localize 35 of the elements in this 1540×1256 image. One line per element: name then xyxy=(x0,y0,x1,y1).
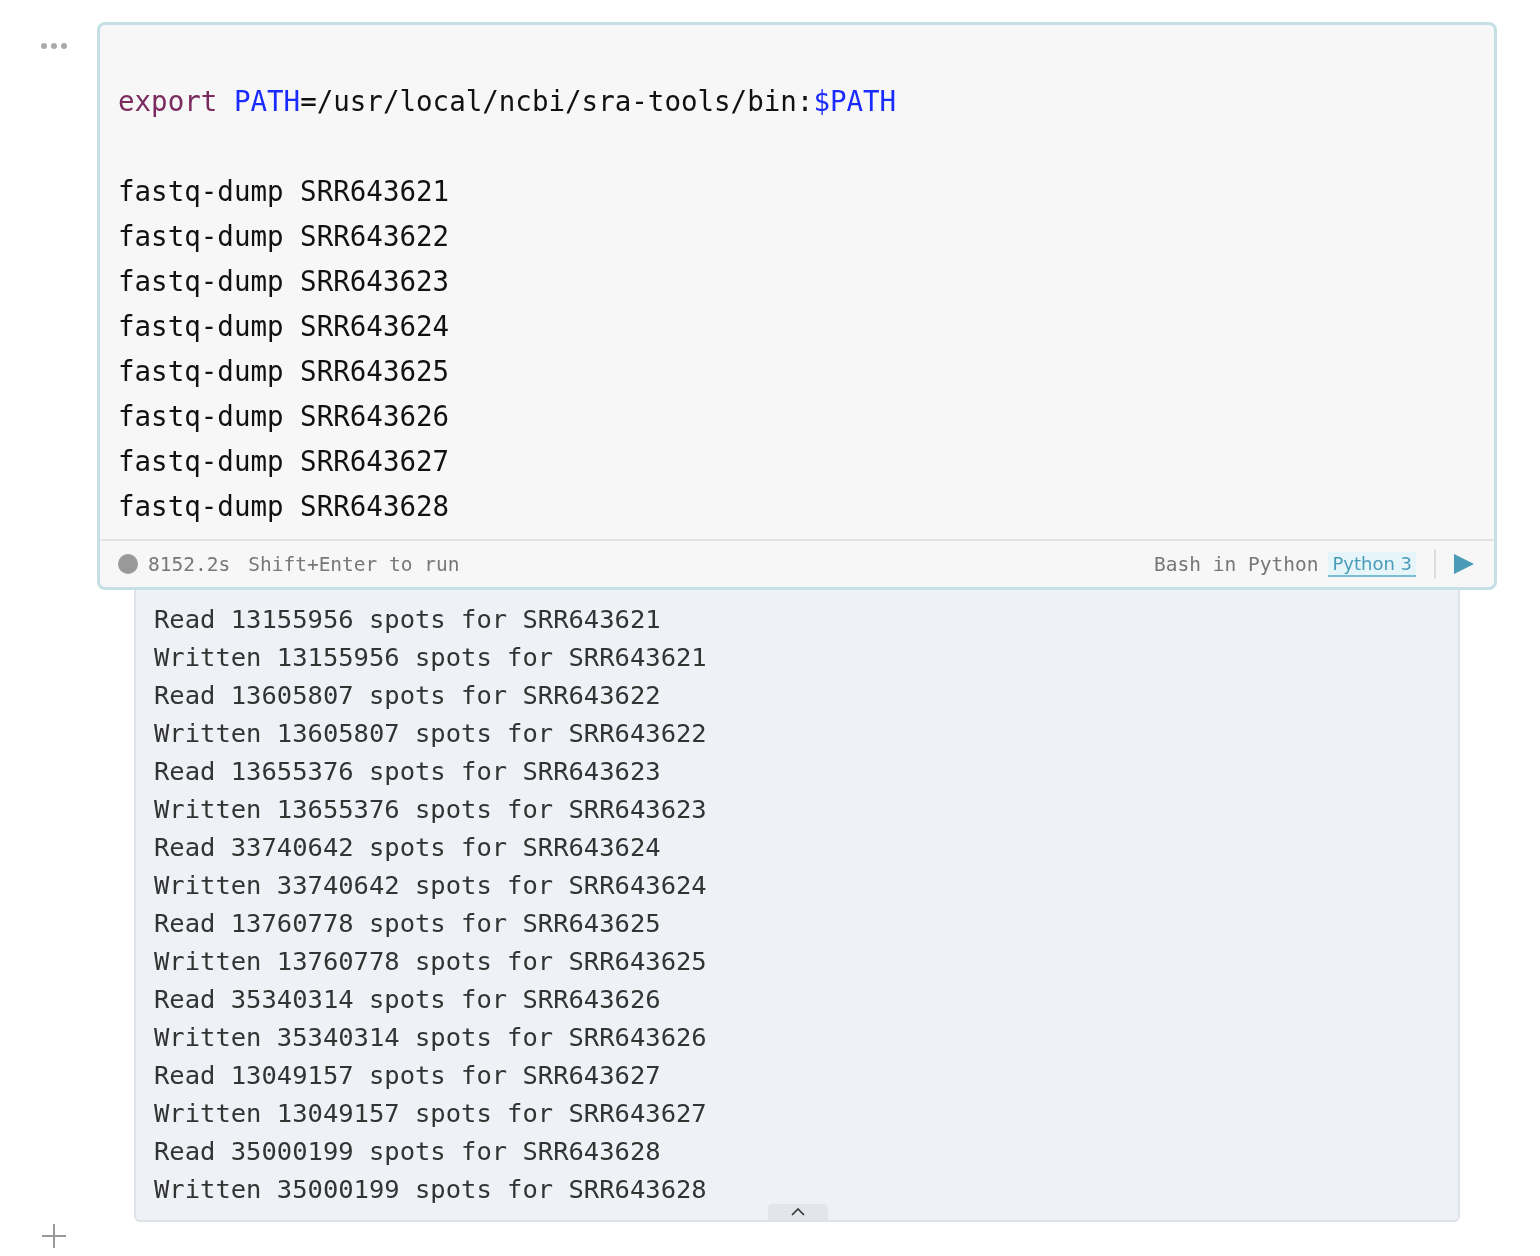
output-line: Written 13760778 spots for SRR643625 xyxy=(154,945,708,978)
output-line: Written 35000199 spots for SRR643628 xyxy=(154,1173,708,1206)
status-dot-icon xyxy=(118,554,138,574)
output-line: Read 13049157 spots for SRR643627 xyxy=(154,1059,662,1092)
code-line: fastq-dump SRR643626 xyxy=(118,399,451,434)
output-line: Read 13155956 spots for SRR643621 xyxy=(154,603,662,636)
code-cell[interactable] xyxy=(97,22,1497,590)
run-duration: 8152.2s xyxy=(148,552,231,576)
code-line: fastq-dump SRR643628 xyxy=(118,489,451,524)
kernel-selector[interactable]: Python 3 xyxy=(1328,551,1416,577)
code-line: fastq-dump SRR643627 xyxy=(118,444,451,479)
output-line: Read 13655376 spots for SRR643623 xyxy=(154,755,662,788)
output-line: Written 33740642 spots for SRR643624 xyxy=(154,869,708,902)
output-line: Read 33740642 spots for SRR643624 xyxy=(154,831,662,864)
code-line: fastq-dump SRR643623 xyxy=(118,264,451,299)
code-line: fastq-dump SRR643622 xyxy=(118,219,451,254)
add-cell-icon[interactable] xyxy=(41,1223,67,1249)
code-line: fastq-dump SRR643624 xyxy=(118,309,451,344)
output-line: Read 13605807 spots for SRR643622 xyxy=(154,679,662,712)
run-button[interactable] xyxy=(1454,554,1474,574)
output-line: Read 35000199 spots for SRR643628 xyxy=(154,1135,662,1168)
output-line: Written 13155956 spots for SRR643621 xyxy=(154,641,708,674)
output-line: Written 13605807 spots for SRR643622 xyxy=(154,717,708,750)
code-line: fastq-dump SRR643621 xyxy=(118,174,451,209)
code-line: export PATH=/usr/local/ncbi/sra-tools/bin:$PATH xyxy=(118,84,898,119)
more-options-icon[interactable] xyxy=(40,42,68,50)
output-line: Written 13049157 spots for SRR643627 xyxy=(154,1097,708,1130)
output-line: Read 35340314 spots for SRR643626 xyxy=(154,983,662,1016)
code-line: fastq-dump SRR643625 xyxy=(118,354,451,389)
output-line: Read 13760778 spots for SRR643625 xyxy=(154,907,662,940)
output-line: Written 13655376 spots for SRR643623 xyxy=(154,793,708,826)
cell-language: Bash in Python xyxy=(1154,552,1319,576)
output-line: Written 35340314 spots for SRR643626 xyxy=(154,1021,708,1054)
chevron-up-icon[interactable] xyxy=(791,1208,805,1216)
run-hint: Shift+Enter to run xyxy=(248,552,460,576)
